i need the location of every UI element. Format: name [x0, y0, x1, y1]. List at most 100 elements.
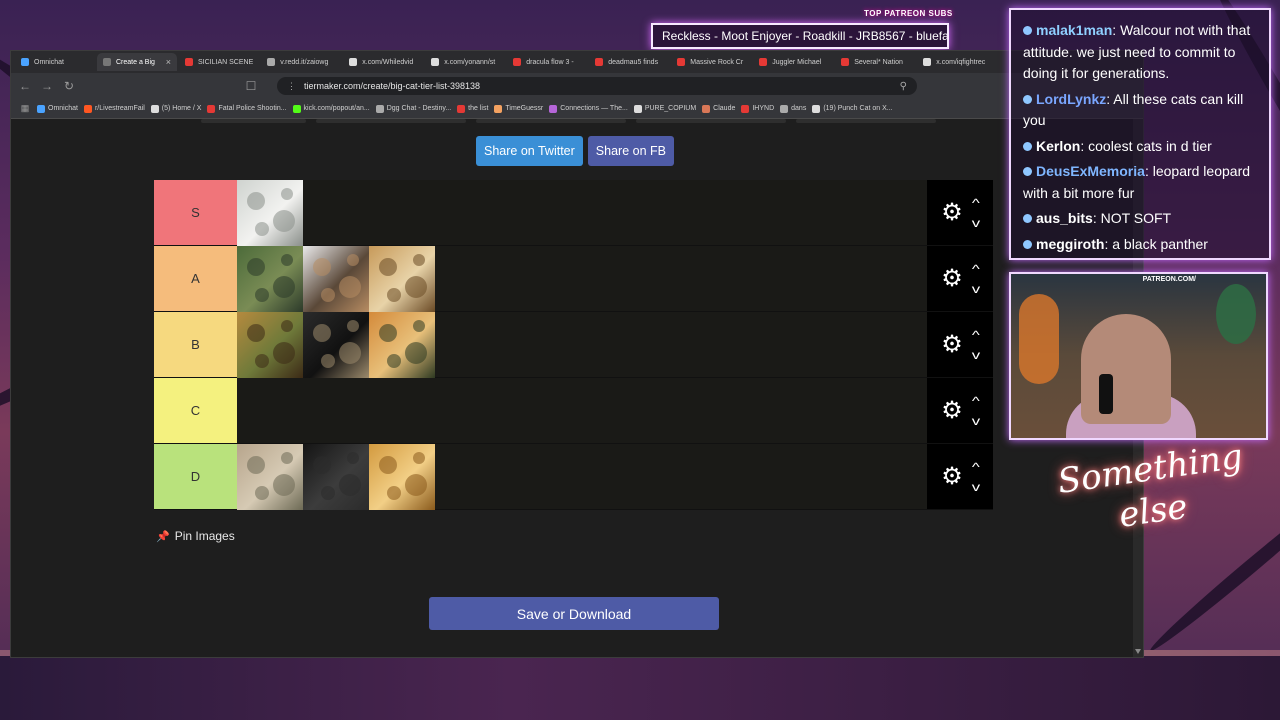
- tiger-image[interactable]: [369, 312, 435, 378]
- tab-favicon-icon: [677, 58, 686, 66]
- browser-tab[interactable]: Omnichat: [15, 53, 95, 71]
- bookmark-item[interactable]: dans: [780, 104, 806, 113]
- bookmark-item[interactable]: the list: [457, 104, 488, 113]
- move-tier-up-icon[interactable]: ^: [972, 196, 980, 210]
- tier-settings-gear-icon[interactable]: ⚙: [941, 332, 963, 357]
- black-panther-image[interactable]: [303, 444, 369, 510]
- bookmark-label: r/LivestreamFail: [94, 105, 145, 112]
- browser-tab[interactable]: deadmau5 finds: [589, 53, 669, 71]
- pin-images-toggle[interactable]: 📌 Pin Images: [156, 529, 235, 543]
- tier-label[interactable]: S: [154, 180, 237, 245]
- bookmark-item[interactable]: Omnichat: [37, 104, 78, 113]
- tab-label: deadmau5 finds: [608, 58, 659, 66]
- bookmark-item[interactable]: IHYND: [741, 104, 774, 113]
- move-tier-up-icon[interactable]: ^: [972, 262, 980, 276]
- bookmark-item[interactable]: PURE_COPIUM: [633, 104, 697, 113]
- browser-window: Omnichat Create a Big × SICILIAN SCENE v.red…: [10, 50, 1144, 658]
- bookmark-item[interactable]: Claude: [702, 104, 736, 113]
- bookmark-label: Fatal Police Shootin...: [218, 105, 287, 112]
- move-tier-up-icon[interactable]: ^: [972, 394, 980, 408]
- chat-username[interactable]: aus_bits: [1036, 210, 1093, 226]
- tab-favicon-icon: [349, 58, 358, 66]
- forward-icon[interactable]: →: [41, 79, 53, 93]
- bookmark-item[interactable]: kick.com/popout/an...: [292, 104, 370, 113]
- chat-username[interactable]: meggiroth: [1036, 236, 1104, 252]
- close-tab-icon[interactable]: ×: [166, 57, 171, 67]
- cam-patreon-tag: PATREON.COM/: [1142, 276, 1196, 283]
- url-field[interactable]: ⋮ tiermaker.com/create/big-cat-tier-list…: [277, 77, 917, 95]
- back-icon[interactable]: ←: [19, 79, 31, 93]
- share-fb-button[interactable]: Share on FB: [587, 136, 674, 166]
- browser-tab[interactable]: Juggler Michael: [753, 53, 833, 71]
- snow-leopard-image[interactable]: [237, 180, 303, 246]
- move-tier-down-icon[interactable]: v: [972, 414, 980, 428]
- save-or-download-button[interactable]: Save or Download: [429, 597, 719, 630]
- tier-label[interactable]: D: [154, 444, 237, 509]
- chat-username[interactable]: DeusExMemoria: [1036, 163, 1145, 179]
- move-tier-down-icon[interactable]: v: [972, 348, 980, 362]
- move-tier-down-icon[interactable]: v: [972, 480, 980, 494]
- chat-username[interactable]: malak1man: [1036, 22, 1112, 38]
- browser-tab[interactable]: Create a Big ×: [97, 53, 177, 71]
- tiermaker-page: Share on Twitter Share on FB S ⚙ ^ v A ⚙ ^ v B ⚙ ^…: [11, 119, 1143, 657]
- chat-message: meggiroth: a black panther: [1023, 234, 1263, 256]
- chat-badge-icon: [1023, 214, 1032, 223]
- bookmark-item[interactable]: Dgg Chat - Destiny...: [375, 104, 451, 113]
- zoom-icon[interactable]: ⚲: [900, 81, 907, 92]
- share-twitter-button[interactable]: Share on Twitter: [476, 136, 583, 166]
- tier-label[interactable]: A: [154, 246, 237, 311]
- tab-label: x.com/Whiledvid: [362, 58, 414, 66]
- move-tier-down-icon[interactable]: v: [972, 282, 980, 296]
- browser-tab[interactable]: Massive Rock Cr: [671, 53, 751, 71]
- bookmark-item[interactable]: (19) Punch Cat on X...: [812, 104, 893, 113]
- bookmark-item[interactable]: Fatal Police Shootin...: [207, 104, 287, 113]
- bookmark-item[interactable]: r/LivestreamFail: [83, 104, 145, 113]
- top-buttons-strip: [201, 119, 941, 123]
- site-info-icon[interactable]: ⋮: [287, 81, 296, 92]
- bookmark-label: Claude: [713, 105, 736, 112]
- tier-label[interactable]: C: [154, 378, 237, 443]
- bookmark-item[interactable]: Connections — The...: [549, 104, 628, 113]
- chat-username[interactable]: LordLynkz: [1036, 91, 1106, 107]
- bookmark-page-icon[interactable]: ☐: [245, 79, 257, 93]
- tier-settings-gear-icon[interactable]: ⚙: [941, 200, 963, 225]
- bookmark-label: Connections — The...: [560, 105, 628, 112]
- move-tier-up-icon[interactable]: ^: [972, 328, 980, 342]
- tier-settings-gear-icon[interactable]: ⚙: [941, 398, 963, 423]
- browser-tab[interactable]: SICILIAN SCENE: [179, 53, 259, 71]
- tab-favicon-icon: [21, 58, 29, 66]
- move-tier-down-icon[interactable]: v: [972, 216, 980, 230]
- lion-image[interactable]: [369, 444, 435, 510]
- tier-settings-gear-icon[interactable]: ⚙: [941, 266, 963, 291]
- chat-message: Kerlon: coolest cats in d tier: [1023, 136, 1263, 158]
- tier-items: [237, 378, 927, 443]
- tier-settings-gear-icon[interactable]: ⚙: [941, 464, 963, 489]
- lynx-image[interactable]: [303, 246, 369, 312]
- browser-tab[interactable]: v.redd.it/zaiowg: [261, 53, 341, 71]
- browser-tab[interactable]: Several* Nation: [835, 53, 915, 71]
- tier-label[interactable]: B: [154, 312, 237, 377]
- bookmark-item[interactable]: TimeGuessr: [494, 104, 543, 113]
- jaguar-image[interactable]: [237, 312, 303, 378]
- tier-items: [237, 444, 927, 510]
- url-text: tiermaker.com/create/big-cat-tier-list-3…: [304, 81, 481, 91]
- bookmark-item[interactable]: (5) Home / X: [150, 104, 201, 113]
- bookmark-label: PURE_COPIUM: [644, 105, 697, 112]
- apps-icon[interactable]: ▦: [19, 103, 31, 114]
- tier-controls: ⚙ ^ v: [927, 378, 993, 443]
- chat-username[interactable]: Kerlon: [1036, 138, 1080, 154]
- browser-tab[interactable]: x.com/Whiledvid: [343, 53, 423, 71]
- stream-chat: malak1man: Walcour not with that attitud…: [1009, 8, 1271, 260]
- tier-controls: ⚙ ^ v: [927, 312, 993, 377]
- browser-tab[interactable]: dracula flow 3 -: [507, 53, 587, 71]
- cheetah-image[interactable]: [369, 246, 435, 312]
- clouded-leopard-image[interactable]: [237, 246, 303, 312]
- cougar-image[interactable]: [237, 444, 303, 510]
- leopard-image[interactable]: [303, 312, 369, 378]
- tab-label: SICILIAN SCENE: [198, 58, 254, 66]
- move-tier-up-icon[interactable]: ^: [972, 460, 980, 474]
- tab-label: Juggler Michael: [772, 58, 822, 66]
- reload-icon[interactable]: ↻: [63, 79, 75, 93]
- browser-tab[interactable]: x.com/yonann/st: [425, 53, 505, 71]
- browser-tab[interactable]: x.com/iqfightrec: [917, 53, 997, 71]
